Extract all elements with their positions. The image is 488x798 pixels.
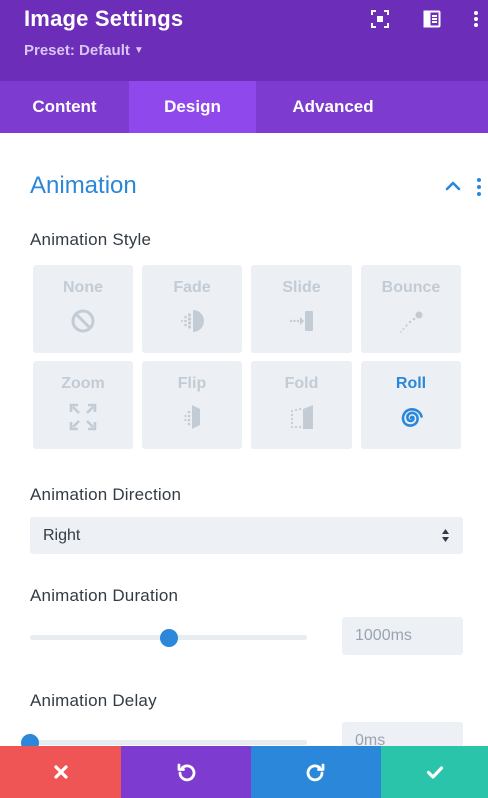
option-label: Slide [282,279,321,296]
check-icon [426,766,443,779]
save-button[interactable] [381,746,488,798]
option-label: Fold [284,375,319,392]
preset-dropdown[interactable]: Preset: Default ▼ [24,42,144,59]
animation-direction-select[interactable]: Right [30,517,463,554]
undo-button[interactable] [121,746,251,798]
modal-title: Image Settings [24,6,184,31]
delay-slider-track[interactable] [30,740,307,745]
style-option-bounce[interactable]: Bounce [361,265,461,353]
select-arrows-icon [441,528,450,543]
tab-design[interactable]: Design [129,81,256,133]
sidebar-layout-icon[interactable] [422,9,442,29]
style-option-fade[interactable]: Fade [142,265,242,353]
section-title[interactable]: Animation [30,172,137,200]
tab-content[interactable]: Content [0,81,129,133]
option-label: Flip [177,375,207,392]
flip-icon [178,403,206,431]
option-label: Fade [173,279,211,296]
roll-icon [397,403,425,431]
style-option-flip[interactable]: Flip [142,361,242,449]
option-label: Zoom [61,375,105,392]
duration-slider-handle[interactable] [159,629,178,647]
close-icon [53,765,68,779]
style-option-none[interactable]: None [33,265,133,353]
fold-icon [288,403,316,431]
redo-button[interactable] [251,746,381,798]
tab-advanced[interactable]: Advanced [256,81,410,133]
tab-bar: Content Design Advanced [0,81,488,133]
selected-value: Right [43,527,81,544]
section-more-icon[interactable] [476,177,486,197]
action-bar [0,746,488,798]
slide-icon [288,307,316,335]
option-label: Roll [395,375,427,392]
zoom-icon [69,403,97,431]
duration-input[interactable]: 1000ms [342,617,463,655]
bounce-icon [397,307,425,335]
focus-icon[interactable] [370,9,390,29]
settings-header: Image Settings Preset: Default ▼ [0,0,488,81]
more-vertical-icon[interactable] [466,9,486,29]
option-label: None [63,279,103,296]
fade-icon [178,307,206,335]
preset-label: Preset: Default [24,42,130,59]
style-option-fold[interactable]: Fold [251,361,352,449]
caret-down-icon: ▼ [133,45,144,56]
option-label: Bounce [381,279,441,296]
cancel-button[interactable] [0,746,121,798]
none-icon [69,307,97,335]
animation-direction-label: Animation Direction [30,485,182,504]
style-option-slide[interactable]: Slide [251,265,352,353]
duration-value: 1000ms [355,627,412,644]
style-option-roll[interactable]: Roll [361,361,461,449]
animation-delay-label: Animation Delay [30,691,157,710]
animation-duration-label: Animation Duration [30,586,179,605]
redo-icon [306,763,325,782]
animation-style-label: Animation Style [30,230,152,249]
undo-icon [177,763,196,782]
chevron-up-icon[interactable] [444,178,462,192]
animation-style-grid: None Fade Slide Bounce Zoom Flip Fold Ro… [33,265,461,449]
style-option-zoom[interactable]: Zoom [33,361,133,449]
